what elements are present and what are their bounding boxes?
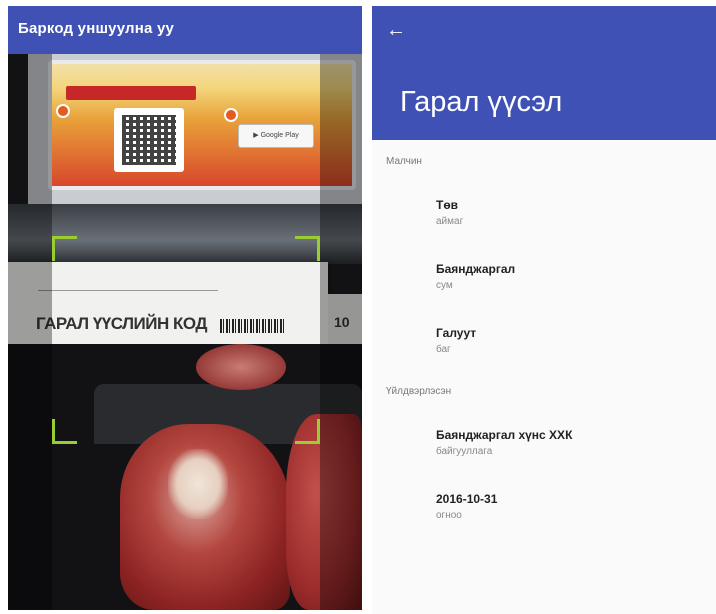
camera-preview[interactable]: ▶ Google Play ГАРАЛ ҮҮСЛИЙН КОД 10 bbox=[8, 54, 362, 610]
store-sign: ▶ Google Play bbox=[48, 60, 356, 190]
list-item-subtitle: сум bbox=[436, 280, 453, 291]
list-item-subtitle: баг bbox=[436, 344, 451, 355]
page-title: Гарал үүсэл bbox=[400, 86, 563, 118]
list-item-subtitle: аймаг bbox=[436, 216, 464, 227]
list-item-title: Төв bbox=[436, 198, 459, 212]
detail-app-bar: ← Гарал үүсэл bbox=[372, 6, 716, 140]
scanner-screen: Баркод уншуулна уу ▶ Google Play ГАРАЛ Ү… bbox=[8, 6, 362, 610]
viewfinder bbox=[52, 236, 320, 444]
list-item-subtitle: байгууллага bbox=[436, 446, 493, 457]
list-item-title: 2016-10-31 bbox=[436, 492, 498, 506]
back-button[interactable]: ← bbox=[384, 18, 408, 42]
list-item-title: Баянджаргал хүнс ХХК bbox=[436, 428, 573, 442]
viewfinder-corner bbox=[295, 419, 320, 444]
qr-code bbox=[114, 108, 184, 172]
viewfinder-corner bbox=[52, 419, 77, 444]
scanner-title: Баркод уншуулна уу bbox=[18, 20, 175, 37]
section-header-produced: Үйлдвэрлэсэн bbox=[386, 386, 452, 397]
section-header-herder: Малчин bbox=[386, 156, 422, 167]
play-store-badge: ▶ Google Play bbox=[238, 124, 314, 148]
arrow-left-icon: ← bbox=[386, 19, 406, 41]
list-item-subtitle: огноо bbox=[436, 510, 462, 521]
origin-detail-screen: ← Гарал үүсэл Малчин Төв аймаг Баянджарг… bbox=[372, 6, 716, 614]
viewfinder-corner bbox=[295, 236, 320, 261]
list-item-title: Галуут bbox=[436, 326, 477, 340]
scanner-app-bar: Баркод уншуулна уу bbox=[8, 6, 362, 54]
viewfinder-corner bbox=[52, 236, 77, 261]
list-item-title: Баянджаргал bbox=[436, 262, 516, 276]
